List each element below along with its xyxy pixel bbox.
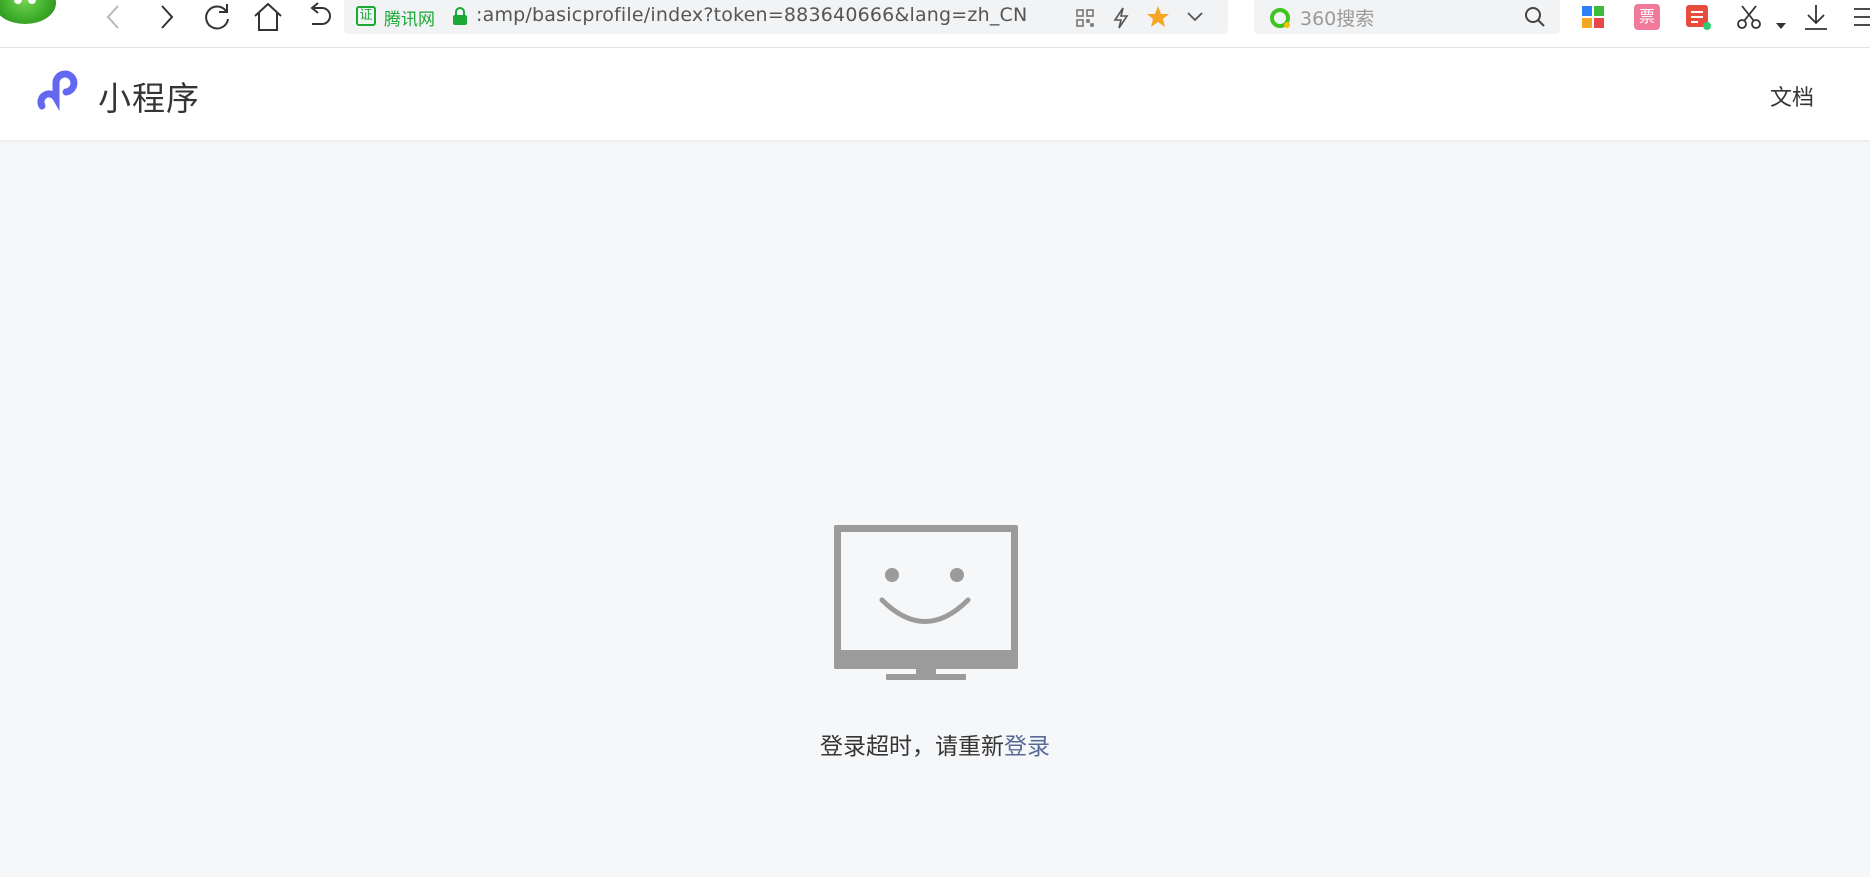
scissors-icon[interactable] bbox=[1736, 4, 1762, 34]
url-text[interactable]: :amp/basicprofile/index?token=883640666&… bbox=[476, 4, 1027, 26]
back-icon[interactable] bbox=[99, 2, 129, 32]
app-header: 小程序 文档 bbox=[0, 48, 1870, 140]
certificate-icon[interactable]: 证 bbox=[356, 6, 376, 26]
monitor-smiley-illustration bbox=[834, 525, 1018, 687]
search-box[interactable]: 360搜索 bbox=[1254, 0, 1560, 34]
mini-program-logo-icon[interactable] bbox=[36, 68, 86, 118]
lightning-icon[interactable] bbox=[1112, 7, 1130, 33]
timeout-text: 登录超时，请重新 bbox=[820, 734, 1004, 760]
menu-icon[interactable] bbox=[1852, 6, 1870, 32]
download-icon[interactable] bbox=[1803, 3, 1829, 35]
login-timeout-message: 登录超时，请重新登录 bbox=[0, 727, 1870, 761]
address-bar[interactable]: 证 腾讯网 :amp/basicprofile/index?token=8836… bbox=[344, 0, 1228, 34]
app-grid-icon[interactable] bbox=[1581, 5, 1605, 33]
app-title[interactable]: 小程序 bbox=[98, 72, 200, 120]
chevron-down-icon[interactable] bbox=[1186, 9, 1204, 28]
browser-toolbar: 证 腾讯网 :amp/basicprofile/index?token=8836… bbox=[0, 0, 1870, 48]
scissors-dropdown-icon[interactable] bbox=[1776, 14, 1786, 33]
ticket-icon[interactable]: 票 bbox=[1634, 4, 1660, 30]
login-link[interactable]: 登录 bbox=[1004, 734, 1050, 760]
lock-icon[interactable] bbox=[452, 7, 468, 29]
refresh-icon[interactable] bbox=[202, 2, 232, 32]
user-avatar[interactable] bbox=[0, 0, 56, 24]
docs-link[interactable]: 文档 bbox=[1770, 80, 1814, 112]
search-icon[interactable] bbox=[1524, 6, 1546, 32]
qr-code-icon[interactable] bbox=[1076, 9, 1094, 31]
notes-icon[interactable] bbox=[1684, 3, 1712, 35]
undo-close-tab-icon[interactable] bbox=[304, 2, 334, 32]
search-engine-logo-icon bbox=[1268, 6, 1292, 34]
forward-icon[interactable] bbox=[152, 2, 182, 32]
favorite-star-icon[interactable] bbox=[1146, 5, 1170, 33]
search-input[interactable]: 360搜索 bbox=[1300, 4, 1374, 31]
home-icon[interactable] bbox=[253, 2, 283, 32]
certificate-label[interactable]: 腾讯网 bbox=[384, 5, 435, 30]
